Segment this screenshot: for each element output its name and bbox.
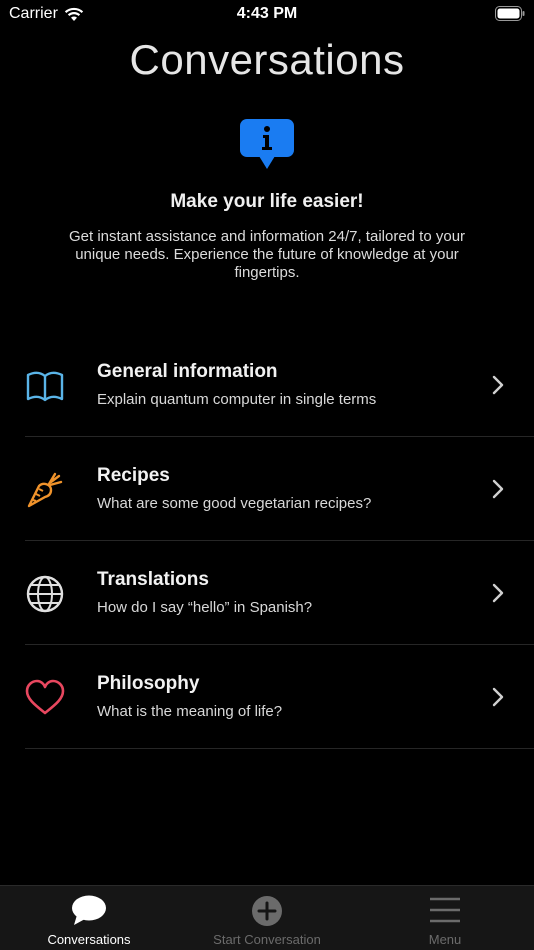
tab-label: Start Conversation xyxy=(213,932,321,947)
status-bar: Carrier 4:43 PM xyxy=(0,0,534,28)
topic-subtitle: What is the meaning of life? xyxy=(97,703,283,720)
info-bubble-icon xyxy=(240,119,294,169)
tab-bar: Conversations Start Conversation Menu xyxy=(0,885,534,950)
chevron-right-icon xyxy=(492,687,504,707)
page-title: Conversations xyxy=(129,36,405,83)
chevron-right-icon xyxy=(492,375,504,395)
intro-headline: Make your life easier! xyxy=(170,191,364,212)
plus-circle-icon xyxy=(252,896,282,926)
topic-row-general-information[interactable]: General information Explain quantum comp… xyxy=(25,333,534,437)
status-time: 4:43 PM xyxy=(236,5,298,22)
tab-menu[interactable]: Menu xyxy=(356,886,534,950)
battery-icon xyxy=(495,6,525,21)
topic-title: General information xyxy=(97,361,278,382)
book-icon xyxy=(26,371,64,402)
topic-row-philosophy[interactable]: Philosophy What is the meaning of life? xyxy=(25,645,534,749)
topic-title: Philosophy xyxy=(97,673,200,694)
topic-title: Translations xyxy=(97,569,209,590)
chevron-right-icon xyxy=(492,583,504,603)
heart-icon xyxy=(25,679,65,715)
chevron-right-icon xyxy=(492,479,504,499)
topic-row-translations[interactable]: Translations How do I say “hello” in Spa… xyxy=(25,541,534,645)
tab-start-conversation[interactable]: Start Conversation xyxy=(178,886,356,950)
carrot-icon xyxy=(27,472,63,508)
intro-description: Get instant assistance and information 2… xyxy=(68,228,466,281)
hamburger-icon xyxy=(430,897,460,923)
tab-label: Menu xyxy=(428,932,462,947)
globe-icon xyxy=(26,575,64,613)
topic-list: General information Explain quantum comp… xyxy=(0,333,534,749)
topic-subtitle: What are some good vegetarian recipes? xyxy=(97,495,372,512)
topic-title: Recipes xyxy=(97,465,170,486)
topic-subtitle: How do I say “hello” in Spanish? xyxy=(97,599,313,616)
tab-label: Conversations xyxy=(47,932,131,947)
topic-subtitle: Explain quantum computer in single terms xyxy=(97,391,377,408)
chat-bubble-icon xyxy=(72,895,106,925)
tab-conversations[interactable]: Conversations xyxy=(0,886,178,950)
topic-row-recipes[interactable]: Recipes What are some good vegetarian re… xyxy=(25,437,534,541)
